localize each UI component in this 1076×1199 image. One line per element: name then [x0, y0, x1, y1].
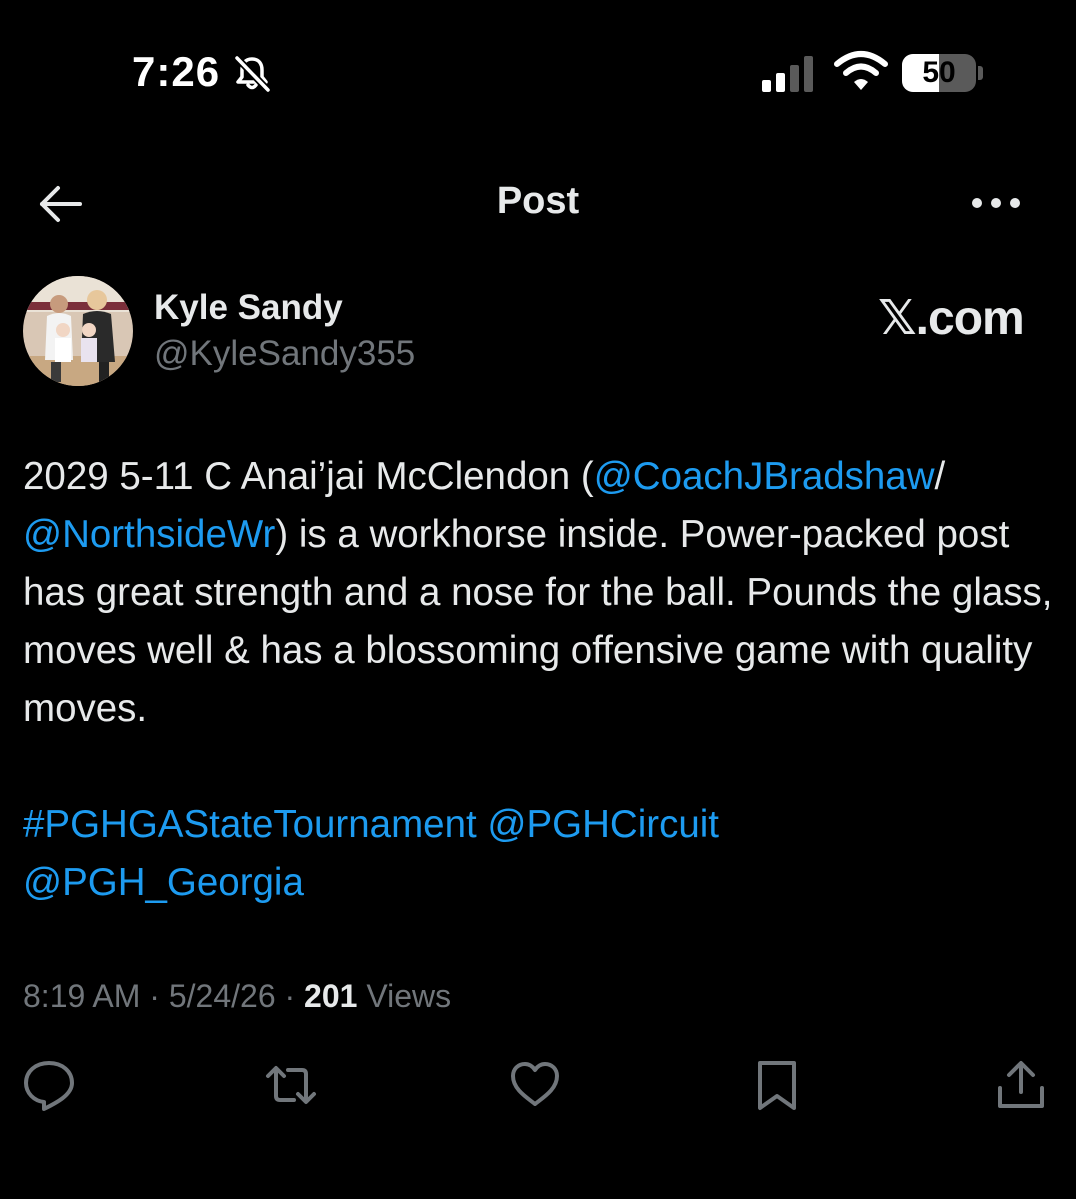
separator: ·: [284, 978, 296, 1014]
more-icon[interactable]: [968, 188, 1024, 218]
share-icon[interactable]: [994, 1058, 1048, 1112]
like-icon[interactable]: [508, 1058, 562, 1112]
reply-icon[interactable]: [22, 1058, 76, 1112]
cellular-signal-icon: [762, 56, 813, 92]
top-nav: Post: [0, 170, 1076, 236]
status-bar: 7:26 50: [0, 0, 1076, 140]
watermark-text: 𝕏.com: [878, 292, 1025, 345]
views-count[interactable]: 201: [304, 978, 357, 1014]
mention-link[interactable]: @PGHCircuit: [487, 803, 719, 846]
wifi-icon: [834, 51, 888, 90]
hashtag-link[interactable]: #PGHGAStateTournament: [23, 803, 477, 846]
tweet-text: 2029 5-11 C Anai’jai McClendon (@CoachJB…: [23, 448, 1053, 912]
mention-link[interactable]: @NorthsideWr: [23, 513, 275, 556]
battery-indicator: 50: [902, 54, 984, 94]
battery-percent: 50: [922, 56, 956, 89]
mention-link[interactable]: @PGH_Georgia: [23, 861, 304, 904]
post-date: 5/24/26: [168, 978, 276, 1014]
page-title: Post: [496, 180, 580, 222]
action-bar: [0, 1058, 1076, 1114]
views-label: Views: [366, 978, 452, 1014]
author-handle[interactable]: @KyleSandy355: [154, 334, 415, 374]
bookmark-icon[interactable]: [750, 1058, 804, 1112]
status-time: 7:26: [132, 48, 221, 95]
separator: ·: [149, 978, 160, 1014]
mention-link[interactable]: @CoachJBradshaw: [594, 455, 935, 498]
tweet-text-segment: 2029 5-11 C Anai’jai McClendon (: [23, 455, 594, 498]
bell-muted-icon: [234, 55, 271, 93]
tweet-text-segment: /: [934, 455, 946, 498]
avatar[interactable]: [23, 276, 133, 386]
repost-icon[interactable]: [264, 1058, 318, 1112]
author-name[interactable]: Kyle Sandy: [154, 288, 343, 328]
tweet-meta: 8:19 AM · 5/24/26 · 201 Views: [23, 978, 451, 1015]
post-time: 8:19 AM: [23, 978, 141, 1014]
